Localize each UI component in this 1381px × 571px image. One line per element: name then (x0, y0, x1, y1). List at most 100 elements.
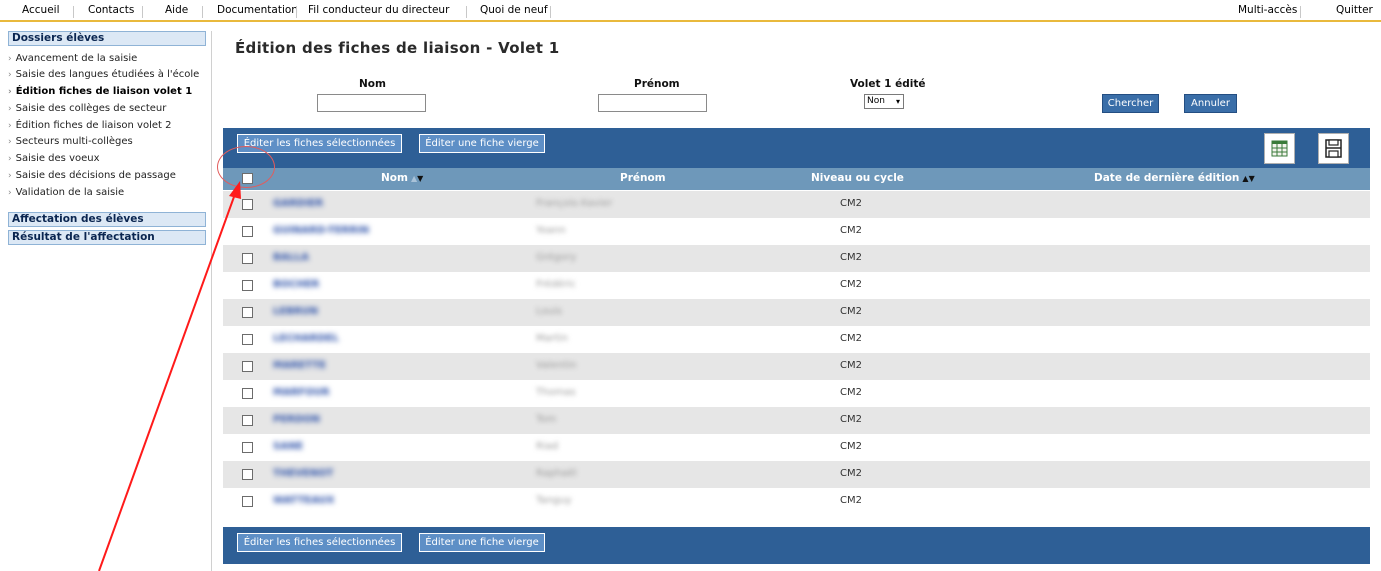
nav-quitter[interactable]: Quitter (1336, 4, 1373, 16)
table-header: Nom ▲▼ Prénom Niveau ou cycle Date de der… (223, 168, 1370, 190)
row-checkbox[interactable] (242, 226, 253, 237)
sidebar-item-avancement[interactable]: › Avancement de la saisie (8, 52, 137, 66)
sidebar-item-label: Édition fiches de liaison volet 2 (15, 120, 172, 131)
sidebar-item-label: Saisie des voeux (15, 153, 100, 164)
row-niveau: CM2 (840, 198, 862, 209)
row-checkbox[interactable] (242, 361, 253, 372)
row-niveau: CM2 (840, 495, 862, 506)
sidebar-item-decisions[interactable]: › Saisie des décisions de passage (8, 169, 176, 183)
sidebar-section-resultat[interactable]: Résultat de l'affectation (8, 230, 206, 245)
row-prenom: Tanguy (536, 495, 572, 506)
row-checkbox[interactable] (242, 496, 253, 507)
row-nom-link[interactable]: PERDON (273, 414, 320, 425)
table-row: WATTEAUX Tanguy CM2 (223, 488, 1370, 515)
grid-view-button[interactable] (1264, 133, 1295, 164)
nav-separator (73, 6, 74, 18)
nav-separator (1300, 6, 1301, 18)
nav-separator (296, 6, 297, 18)
row-nom-link[interactable]: GARDIER (273, 198, 323, 209)
row-checkbox[interactable] (242, 253, 253, 264)
row-prenom: Frédéric (536, 279, 576, 290)
row-checkbox[interactable] (242, 388, 253, 399)
nav-aide[interactable]: Aide (165, 4, 188, 16)
row-checkbox[interactable] (242, 442, 253, 453)
row-prenom: Tom (536, 414, 557, 425)
bottom-action-bar: Éditer les fiches sélectionnées Éditer u… (223, 527, 1370, 564)
row-nom-link[interactable]: MARETTE (273, 360, 326, 371)
column-date[interactable]: Date de dernière édition ▲▼ (1094, 172, 1255, 184)
chevron-right-icon: › (8, 87, 12, 97)
sort-arrows-icon[interactable]: ▲▼ (1242, 174, 1254, 183)
annuler-button[interactable]: Annuler (1184, 94, 1237, 113)
prenom-input[interactable] (598, 94, 707, 112)
row-niveau: CM2 (840, 225, 862, 236)
row-prenom: Louis (536, 306, 562, 317)
row-nom-link[interactable]: THEVENOT (273, 468, 333, 479)
sidebar-item-fiches-volet-2[interactable]: › Édition fiches de liaison volet 2 (8, 119, 171, 133)
sidebar-item-validation[interactable]: › Validation de la saisie (8, 186, 124, 200)
row-prenom: Martin (536, 333, 568, 344)
row-nom-link[interactable]: LEBRUN (273, 306, 318, 317)
column-prenom: Prénom (620, 172, 666, 184)
volet-select-value: Non (867, 96, 885, 106)
table-row: LEBRUN Louis CM2 (223, 299, 1370, 326)
sidebar-item-label: Avancement de la saisie (15, 53, 138, 64)
row-nom-link[interactable]: MARFOUR (273, 387, 330, 398)
nom-input[interactable] (317, 94, 426, 112)
sidebar-item-langues[interactable]: › Saisie des langues étudiées à l'école (8, 68, 199, 82)
row-prenom: Riad (536, 441, 559, 452)
column-nom-label: Nom (381, 172, 408, 184)
row-nom-link[interactable]: LECHARDEL (273, 333, 339, 344)
nav-contacts[interactable]: Contacts (88, 4, 134, 16)
row-nom-link[interactable]: SANE (273, 441, 303, 452)
row-checkbox[interactable] (242, 334, 253, 345)
sidebar-item-label: Secteurs multi-collèges (15, 136, 133, 147)
sidebar-item-label: Saisie des langues étudiées à l'école (15, 69, 200, 80)
chevron-right-icon: › (8, 121, 12, 131)
row-nom-link[interactable]: BOCHER (273, 279, 319, 290)
row-niveau: CM2 (840, 387, 862, 398)
row-niveau: CM2 (840, 333, 862, 344)
row-checkbox[interactable] (242, 469, 253, 480)
row-checkbox[interactable] (242, 199, 253, 210)
row-niveau: CM2 (840, 306, 862, 317)
sidebar-item-label: Édition fiches de liaison volet 1 (15, 86, 193, 97)
row-checkbox[interactable] (242, 280, 253, 291)
edit-selected-button[interactable]: Éditer les fiches sélectionnées (237, 533, 402, 552)
nav-multi-acces[interactable]: Multi-accès (1238, 4, 1297, 16)
sidebar-item-colleges-secteur[interactable]: › Saisie des collèges de secteur (8, 102, 166, 116)
grid-icon (1271, 140, 1288, 157)
chercher-button[interactable]: Chercher (1102, 94, 1159, 113)
sidebar: Dossiers élèves › Avancement de la saisie… (0, 31, 212, 571)
row-prenom: Yoann (536, 225, 566, 236)
top-action-bar: Éditer les fiches sélectionnées Éditer u… (223, 128, 1370, 168)
row-prenom: Thomas (536, 387, 576, 398)
nav-quoi-de-neuf[interactable]: Quoi de neuf (480, 4, 548, 16)
row-checkbox[interactable] (242, 307, 253, 318)
row-checkbox[interactable] (242, 415, 253, 426)
row-nom-link[interactable]: BALLA (273, 252, 309, 263)
nav-fil-conducteur[interactable]: Fil conducteur du directeur (308, 4, 449, 16)
column-nom[interactable]: Nom ▲▼ (381, 172, 423, 184)
table-row: MARETTE Valentin CM2 (223, 353, 1370, 380)
row-nom-link[interactable]: WATTEAUX (273, 495, 335, 506)
nav-documentation[interactable]: Documentation (217, 4, 298, 16)
prenom-label: Prénom (634, 78, 680, 90)
nav-separator (142, 6, 143, 18)
edit-blank-button[interactable]: Éditer une fiche vierge (419, 134, 545, 153)
sidebar-section-affectation[interactable]: Affectation des élèves (8, 212, 206, 227)
edit-blank-button[interactable]: Éditer une fiche vierge (419, 533, 545, 552)
volet-select[interactable]: Non ▾ (864, 94, 904, 109)
table-row: PERDON Tom CM2 (223, 407, 1370, 434)
sidebar-item-label: Validation de la saisie (15, 187, 125, 198)
sidebar-item-fiches-volet-1[interactable]: › Édition fiches de liaison volet 1 (8, 85, 192, 99)
row-nom-link[interactable]: GUINARD-TERRIN (273, 225, 369, 236)
table-row: SANE Riad CM2 (223, 434, 1370, 461)
nav-accueil[interactable]: Accueil (22, 4, 60, 16)
sidebar-item-multi-colleges[interactable]: › Secteurs multi-collèges (8, 135, 133, 149)
print-button[interactable] (1318, 133, 1349, 164)
sidebar-item-voeux[interactable]: › Saisie des voeux (8, 152, 100, 166)
sort-arrows-icon[interactable]: ▲▼ (411, 174, 423, 183)
sidebar-section-dossiers[interactable]: Dossiers élèves (8, 31, 206, 46)
chevron-right-icon: › (8, 70, 12, 80)
